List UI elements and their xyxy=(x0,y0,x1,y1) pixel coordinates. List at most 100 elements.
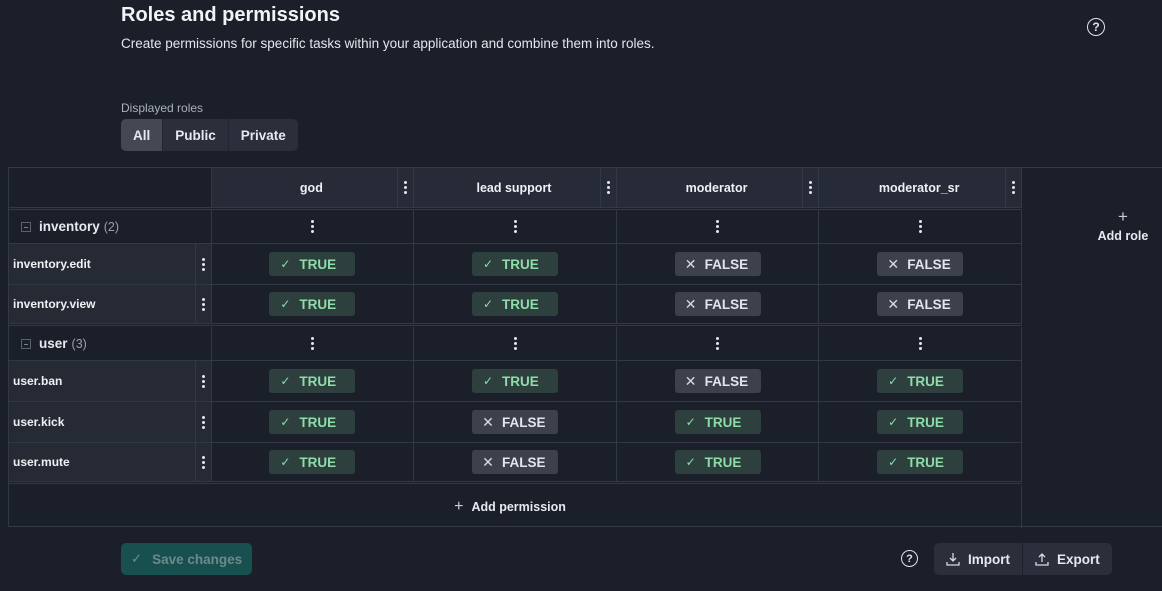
permission-cell: ✕ FALSE xyxy=(819,244,1022,284)
add-role-button[interactable]: + Add role xyxy=(1090,207,1156,243)
permission-toggle-false[interactable]: ✕ FALSE xyxy=(674,292,761,316)
group-role-menu-kebab-icon[interactable] xyxy=(414,327,617,360)
permission-value: TRUE xyxy=(299,414,337,430)
check-icon: ✓ xyxy=(280,455,291,469)
import-button[interactable]: Import xyxy=(934,543,1022,575)
check-icon: ✓ xyxy=(685,415,696,429)
permission-menu-kebab-icon[interactable] xyxy=(194,443,212,481)
filter-public-button[interactable]: Public xyxy=(163,119,229,151)
x-icon: ✕ xyxy=(887,295,900,312)
permission-toggle-true[interactable]: ✓ TRUE xyxy=(269,369,356,393)
check-icon: ✓ xyxy=(130,551,143,566)
check-icon: ✓ xyxy=(685,455,696,469)
role-column-header: moderator xyxy=(616,168,820,207)
role-filter-segmented-control: All Public Private xyxy=(121,119,298,151)
permission-menu-kebab-icon[interactable] xyxy=(194,244,212,284)
import-export-group: Import Export xyxy=(934,543,1112,575)
permission-cell: ✓ TRUE xyxy=(819,402,1022,442)
permission-toggle-true[interactable]: ✓ TRUE xyxy=(674,450,761,474)
save-changes-button[interactable]: ✓ Save changes xyxy=(121,543,252,575)
permission-menu-kebab-icon[interactable] xyxy=(194,402,212,442)
filter-all-button[interactable]: All xyxy=(121,119,164,151)
permission-toggle-true[interactable]: ✓ TRUE xyxy=(877,450,964,474)
group-name: user xyxy=(39,335,68,351)
permission-value: TRUE xyxy=(299,296,337,312)
check-icon: ✓ xyxy=(280,374,291,388)
permission-value: FALSE xyxy=(907,296,951,312)
permission-value: TRUE xyxy=(299,454,337,470)
permission-toggle-true[interactable]: ✓ TRUE xyxy=(877,410,964,434)
permission-toggle-true[interactable]: ✓ TRUE xyxy=(269,292,356,316)
permission-row: user.ban ✓ TRUE ✓ TRUE ✕ FALSE ✓ TRUE xyxy=(9,361,1022,402)
permission-cell: ✓ TRUE xyxy=(819,361,1022,401)
permissions-table: god lead support moderator moderator_sr … xyxy=(8,167,1162,528)
x-icon: ✕ xyxy=(684,255,697,272)
filter-private-button[interactable]: Private xyxy=(229,119,298,151)
permission-group-user: user (3) user.ban ✓ TRUE ✓ TRUE ✕ FALSE ✓ TRUE user… xyxy=(9,327,1022,484)
permission-cell: ✕ FALSE xyxy=(414,402,617,442)
permission-toggle-false[interactable]: ✕ FALSE xyxy=(877,292,964,316)
permission-toggle-false[interactable]: ✕ FALSE xyxy=(472,450,558,474)
permission-toggle-true[interactable]: ✓ TRUE xyxy=(472,369,558,393)
group-role-menu-kebab-icon[interactable] xyxy=(414,210,617,243)
add-permission-button[interactable]: + Add permission xyxy=(9,486,1022,528)
group-role-menu-kebab-icon[interactable] xyxy=(819,210,1022,243)
collapse-icon[interactable] xyxy=(21,338,31,349)
permission-toggle-true[interactable]: ✓ TRUE xyxy=(877,369,964,393)
role-menu-kebab-icon[interactable] xyxy=(1004,168,1021,207)
help-icon[interactable]: ? xyxy=(1087,18,1105,36)
group-role-menu-kebab-icon[interactable] xyxy=(617,327,820,360)
group-role-menu-kebab-icon[interactable] xyxy=(212,327,415,360)
permission-value: TRUE xyxy=(299,373,337,389)
permission-cell: ✓ TRUE xyxy=(212,402,415,442)
permission-toggle-true[interactable]: ✓ TRUE xyxy=(269,252,356,276)
permission-toggle-true[interactable]: ✓ TRUE xyxy=(472,252,558,276)
permission-toggle-false[interactable]: ✕ FALSE xyxy=(674,252,761,276)
permission-menu-kebab-icon[interactable] xyxy=(194,285,212,323)
table-header: god lead support moderator moderator_sr xyxy=(9,168,1022,210)
help-icon[interactable]: ? xyxy=(901,550,918,567)
permission-toggle-false[interactable]: ✕ FALSE xyxy=(472,410,558,434)
permission-toggle-true[interactable]: ✓ TRUE xyxy=(269,450,356,474)
x-icon: ✕ xyxy=(684,295,697,312)
role-menu-kebab-icon[interactable] xyxy=(802,168,818,207)
permission-value: FALSE xyxy=(502,414,546,430)
permission-value: TRUE xyxy=(704,414,742,430)
permission-menu-kebab-icon[interactable] xyxy=(194,361,212,401)
permission-toggle-true[interactable]: ✓ TRUE xyxy=(269,410,356,434)
permission-cell: ✕ FALSE xyxy=(617,285,820,323)
role-menu-kebab-icon[interactable] xyxy=(397,168,413,207)
group-header-row: inventory (2) xyxy=(9,210,1022,244)
group-role-menu-kebab-icon[interactable] xyxy=(617,210,820,243)
group-role-menu-kebab-icon[interactable] xyxy=(819,327,1022,360)
permission-value: TRUE xyxy=(704,454,742,470)
group-role-menu-kebab-icon[interactable] xyxy=(212,210,415,243)
collapse-icon[interactable] xyxy=(21,221,31,232)
permission-cell: ✓ TRUE xyxy=(414,361,617,401)
import-label: Import xyxy=(968,551,1010,567)
role-menu-kebab-icon[interactable] xyxy=(599,168,616,207)
permission-value: FALSE xyxy=(704,296,749,312)
check-icon: ✓ xyxy=(888,374,899,388)
permission-cell: ✓ TRUE xyxy=(617,443,820,481)
export-button[interactable]: Export xyxy=(1022,543,1112,575)
export-label: Export xyxy=(1057,551,1100,567)
plus-icon: + xyxy=(454,498,464,515)
permission-toggle-false[interactable]: ✕ FALSE xyxy=(877,252,964,276)
permission-toggle-true[interactable]: ✓ TRUE xyxy=(472,292,558,316)
header-corner xyxy=(9,168,212,207)
save-changes-label: Save changes xyxy=(152,551,243,567)
check-icon: ✓ xyxy=(482,374,494,388)
add-permission-label: Add permission xyxy=(471,500,566,514)
permission-value: TRUE xyxy=(907,373,944,389)
permission-cell: ✕ FALSE xyxy=(414,443,617,481)
permission-toggle-true[interactable]: ✓ TRUE xyxy=(674,410,761,434)
check-icon: ✓ xyxy=(888,455,899,469)
group-name: inventory xyxy=(39,218,100,234)
permission-row: inventory.view ✓ TRUE ✓ TRUE ✕ FALSE ✕ FALSE xyxy=(9,285,1022,326)
check-icon: ✓ xyxy=(482,257,494,271)
permission-toggle-false[interactable]: ✕ FALSE xyxy=(674,369,761,393)
role-name: god xyxy=(299,180,323,195)
upload-icon xyxy=(1035,553,1049,566)
permission-value: TRUE xyxy=(299,256,337,272)
